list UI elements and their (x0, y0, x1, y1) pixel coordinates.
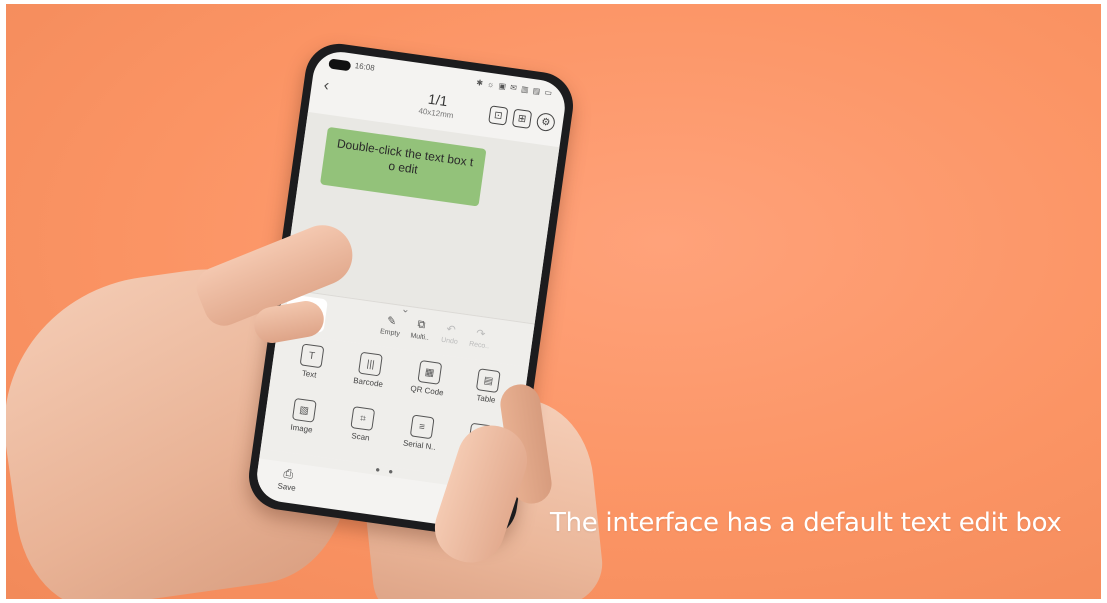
save-label: Save (276, 481, 297, 493)
barcode-icon: ||| (358, 351, 384, 377)
serial-number-icon: ≡ (409, 414, 435, 440)
label-canvas[interactable]: Double-click the text box to edit (283, 111, 560, 324)
element-scan[interactable]: ⌗ Scan (328, 400, 395, 463)
element-text[interactable]: T Text (277, 337, 344, 400)
image-icon: ▨ (291, 397, 317, 423)
element-serial-number[interactable]: ≡ Serial N.. (387, 408, 454, 471)
default-text-box[interactable]: Double-click the text box to edit (319, 126, 487, 207)
save-button[interactable]: ⎙ Save (277, 466, 299, 493)
redo-button[interactable]: ↷ Reco.. (463, 325, 498, 351)
status-time: 16:08 (354, 60, 376, 73)
video-caption: The interface has a default text edit bo… (550, 508, 1062, 538)
qr-code-icon: ▦ (417, 359, 443, 385)
element-barcode[interactable]: ||| Barcode (336, 345, 403, 408)
element-image[interactable]: ▨ Image (269, 391, 336, 454)
settings-gear-icon[interactable]: ⚙ (535, 111, 556, 133)
layout-icon[interactable]: ⊞ (511, 108, 533, 129)
collapse-chevron-icon[interactable]: ⌄ (401, 304, 411, 316)
table-icon: ▤ (476, 368, 501, 394)
scan-icon: ⌗ (350, 406, 376, 431)
preview-icon[interactable]: ⊡ (488, 105, 509, 126)
text-icon: T (299, 343, 325, 369)
save-icon: ⎙ (282, 466, 295, 482)
element-qr-code[interactable]: ▦ QR Code (395, 353, 462, 416)
